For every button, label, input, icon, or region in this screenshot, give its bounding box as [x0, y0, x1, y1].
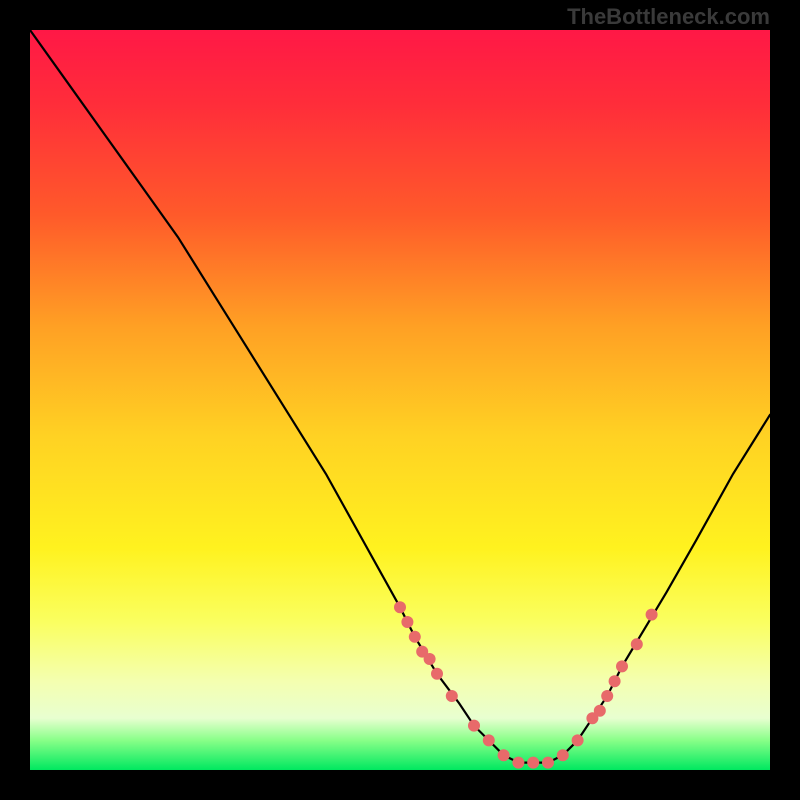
bottleneck-curve: [30, 30, 770, 763]
marker-dot: [601, 690, 613, 702]
marker-dot: [542, 757, 554, 769]
marker-dot: [557, 749, 569, 761]
marker-dot: [394, 601, 406, 613]
marker-dot: [527, 757, 539, 769]
marker-dot: [631, 638, 643, 650]
marker-dot: [401, 616, 413, 628]
chart-frame: TheBottleneck.com: [0, 0, 800, 800]
marker-dot: [498, 749, 510, 761]
marker-dot: [594, 705, 606, 717]
marker-dot: [572, 734, 584, 746]
marker-dots: [394, 601, 658, 768]
attribution-text: TheBottleneck.com: [567, 4, 770, 30]
marker-dot: [431, 668, 443, 680]
plot-area: [30, 30, 770, 770]
marker-dot: [609, 675, 621, 687]
marker-dot: [409, 631, 421, 643]
curve-svg: [30, 30, 770, 770]
marker-dot: [446, 690, 458, 702]
marker-dot: [646, 609, 658, 621]
marker-dot: [616, 660, 628, 672]
marker-dot: [483, 734, 495, 746]
marker-dot: [512, 757, 524, 769]
marker-dot: [424, 653, 436, 665]
marker-dot: [468, 720, 480, 732]
